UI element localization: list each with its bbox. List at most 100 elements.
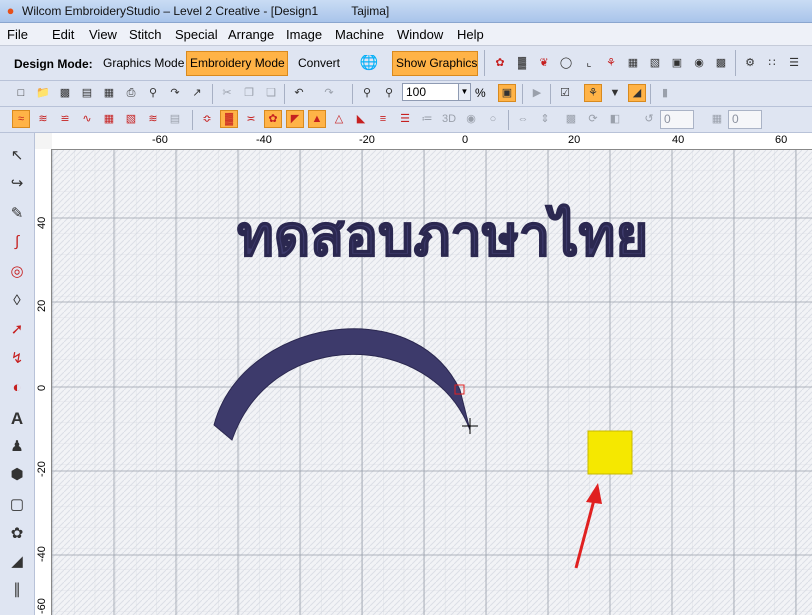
graphics-mode-button[interactable]: Graphics Mode (99, 51, 184, 76)
open-folder-icon[interactable]: 📁 (34, 84, 52, 102)
menu-file[interactable]: File (7, 27, 28, 42)
funnel-icon[interactable]: ▼ (606, 84, 624, 102)
knife-icon[interactable]: ✎ (6, 203, 28, 225)
app-icon[interactable]: ● (3, 3, 18, 18)
menu-image[interactable]: Image (286, 27, 322, 42)
fancy-fill-icon[interactable]: ≎ (198, 110, 216, 128)
print-icon[interactable]: ⎙ (122, 84, 140, 102)
yellow-color-swatch[interactable] (587, 430, 633, 475)
arc-shape-icon[interactable]: ◐ (6, 377, 28, 399)
show-graphics-button[interactable]: Show Graphics (392, 51, 478, 76)
zoom-box-icon[interactable]: ⚲ (358, 84, 376, 102)
leaf-fill-icon[interactable]: ❦ (535, 54, 553, 72)
align-icon[interactable]: ∥ (6, 579, 28, 601)
puff-icon[interactable]: ◉ (462, 110, 480, 128)
tatami-stitch-icon[interactable]: ≋ (34, 110, 52, 128)
run-line-icon[interactable]: ➚ (6, 319, 28, 341)
design-properties-icon[interactable]: ▤ (78, 84, 96, 102)
appliqué-icon[interactable]: ▢ (6, 494, 28, 516)
tatami-fill-icon[interactable]: ▓ (513, 54, 531, 72)
copy-icon[interactable]: ❐ (240, 84, 258, 102)
cut-icon[interactable]: ✂ (218, 84, 236, 102)
mirror-vertical-icon[interactable]: ⇕ (536, 110, 554, 128)
3d-icon[interactable]: 3D (440, 110, 458, 128)
color-wheel-icon[interactable]: ✿ (6, 523, 28, 545)
lines-icon[interactable]: ≡ (374, 110, 392, 128)
motif-stitch-icon[interactable]: ▤ (166, 110, 184, 128)
grid-icon[interactable]: ▦ (624, 54, 642, 72)
show-grid-icon[interactable]: ▣ (498, 84, 516, 102)
stripes-icon[interactable]: ☰ (396, 110, 414, 128)
menu-window[interactable]: Window (397, 27, 443, 42)
checkbox-icon[interactable]: ☑ (556, 84, 574, 102)
cross-stitch-icon[interactable]: ▧ (122, 110, 140, 128)
random-icon[interactable]: ≔ (418, 110, 436, 128)
contour-stitch-icon[interactable]: ≋ (144, 110, 162, 128)
export-icon[interactable]: ↗ (188, 84, 206, 102)
design-canvas[interactable]: ทดสอบภาษาไทย (52, 150, 812, 615)
zoom-dropdown-icon[interactable]: ▼ (458, 83, 471, 101)
tools-icon[interactable]: ⚙ (741, 54, 759, 72)
skew-angle-icon[interactable]: ▦ (708, 110, 726, 128)
connectors-icon[interactable]: ◢ (628, 84, 646, 102)
jagged-edge-icon[interactable]: ◤ (286, 110, 304, 128)
paste-icon[interactable]: ❑ (262, 84, 280, 102)
monogram-icon[interactable]: ⬢ (6, 464, 28, 486)
team-names-icon[interactable]: ♟ (6, 436, 28, 458)
outline-triangle-icon[interactable]: △ (330, 110, 348, 128)
sculpt-icon[interactable]: ◣ (352, 110, 370, 128)
flip-icon[interactable]: ▩ (562, 110, 580, 128)
sequence-icon[interactable]: ☰ (785, 54, 803, 72)
menu-special[interactable]: Special (175, 27, 218, 42)
globe-dropdown-icon[interactable]: 🌐 (355, 54, 383, 74)
menu-edit[interactable]: Edit (52, 27, 74, 42)
menu-arrange[interactable]: Arrange (228, 27, 274, 42)
vertical-ruler[interactable]: 40 20 0 -20 -40 -60 (35, 149, 52, 615)
menu-stitch[interactable]: Stitch (129, 27, 162, 42)
save-icon[interactable]: ▩ (56, 84, 74, 102)
thai-lettering[interactable]: ทดสอบภาษาไทย (236, 202, 649, 270)
zoom-input[interactable]: 100 (402, 83, 462, 101)
new-file-icon[interactable]: □ (12, 84, 30, 102)
print-preview-icon[interactable]: ▦ (100, 84, 118, 102)
skew-angle-input[interactable]: 0 (728, 110, 762, 129)
node-edit-icon[interactable]: ◊ (6, 290, 28, 312)
convert-button[interactable]: Convert (293, 51, 345, 76)
stitch-player-icon[interactable]: ▶ (528, 84, 546, 102)
thread-chart-icon[interactable]: ▮ (656, 84, 674, 102)
stitch-effect-icon[interactable]: ∫ (6, 231, 28, 253)
carving-icon[interactable]: ✿ (264, 110, 282, 128)
reshape-object-icon[interactable]: ↪ (6, 173, 28, 195)
corner-icon[interactable]: ⌞ (580, 54, 598, 72)
menu-help[interactable]: Help (457, 27, 484, 42)
needle-icon[interactable]: ⚘ (602, 54, 620, 72)
travel-icon[interactable]: ◎ (6, 261, 28, 283)
satin-stitch-icon[interactable]: ≈ (12, 110, 30, 128)
table-icon[interactable]: ▧ (646, 54, 664, 72)
two-sided-icon[interactable]: ◢ (6, 551, 28, 573)
send-machine-icon[interactable]: ↷ (166, 84, 184, 102)
skew-icon[interactable]: ◧ (606, 110, 624, 128)
zoom-icon[interactable]: ⚲ (380, 84, 398, 102)
menu-view[interactable]: View (89, 27, 117, 42)
triangle-icon[interactable]: ▲ (308, 110, 326, 128)
undo-icon[interactable]: ↶ (290, 84, 308, 102)
mirror-horizontal-icon[interactable]: ⇔ (514, 110, 532, 128)
outline-icon[interactable]: ◯ (557, 54, 575, 72)
column-line-icon[interactable]: ↯ (6, 348, 28, 370)
appliqué-icon[interactable]: ○ (484, 110, 502, 128)
rotate-angle-input[interactable]: 0 (660, 110, 694, 129)
horizontal-ruler[interactable]: -60 -40 -20 0 20 40 60 (52, 133, 812, 150)
menu-machine[interactable]: Machine (335, 27, 384, 42)
lettering-icon[interactable]: A (6, 408, 28, 430)
palette-icon[interactable]: ◉ (690, 54, 708, 72)
embroidery-mode-button[interactable]: Embroidery Mode (186, 51, 288, 76)
dots-grid-icon[interactable]: ∷ (763, 54, 781, 72)
step-stitch-icon[interactable]: ≌ (56, 110, 74, 128)
layers-icon[interactable]: ▩ (712, 54, 730, 72)
image-icon[interactable]: ▣ (668, 54, 686, 72)
select-object-icon[interactable]: ↖ (6, 145, 28, 167)
wave-effect-icon[interactable]: ≍ (242, 110, 260, 128)
magnify-icon[interactable]: ⚲ (144, 84, 162, 102)
needle-points-icon[interactable]: ⚘ (584, 84, 602, 102)
